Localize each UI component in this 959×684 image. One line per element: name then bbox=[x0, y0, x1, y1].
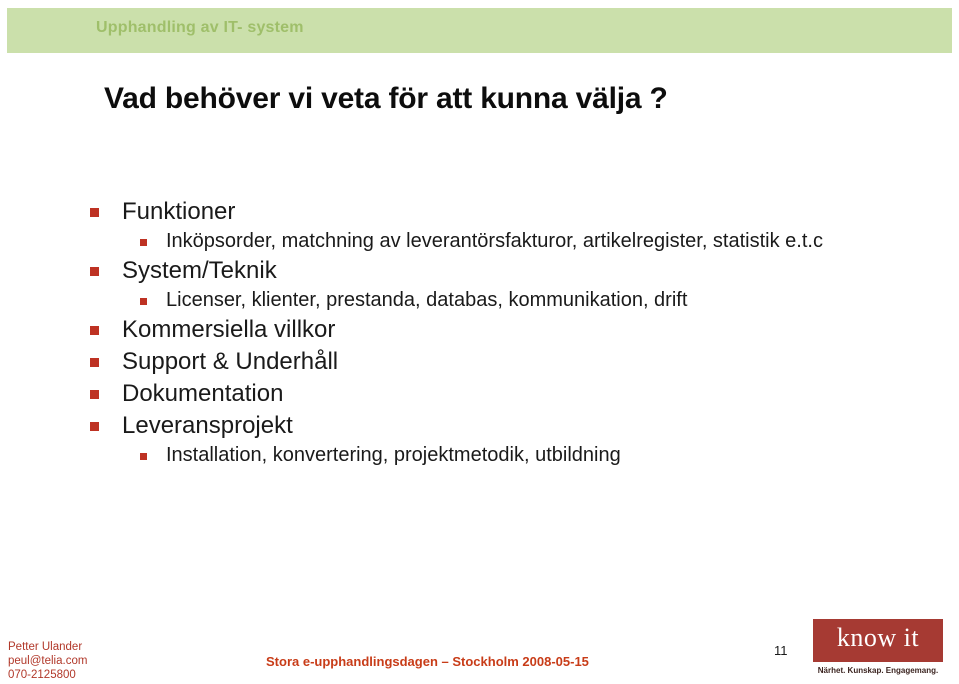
knowit-logo: know it Närhet. Kunskap. Engagemang. bbox=[813, 619, 945, 675]
header-band: Upphandling av IT- system bbox=[7, 8, 952, 53]
bullet-item-label: Funktioner bbox=[122, 198, 236, 225]
logo-mark: know it bbox=[813, 619, 943, 662]
bullet-item: Support & Underhåll bbox=[90, 346, 920, 378]
bullet-item-label: Dokumentation bbox=[122, 380, 284, 407]
bullet-square-icon bbox=[140, 298, 147, 305]
bullet-list: Funktioner Inköpsorder, matchning av leve… bbox=[90, 196, 920, 469]
logo-wordmark: know it bbox=[836, 623, 920, 652]
bullet-item: Kommersiella villkor bbox=[90, 314, 920, 346]
footer-event-label: Stora e-upphandlingsdagen – Stockholm 20… bbox=[266, 654, 589, 669]
footer-contact: Petter Ulander peul@telia.com 070-212580… bbox=[8, 640, 87, 682]
bullet-square-icon bbox=[90, 208, 99, 217]
bullet-square-icon bbox=[90, 267, 99, 276]
bullet-item: System/Teknik bbox=[90, 255, 920, 287]
page-number: 11 bbox=[774, 643, 788, 658]
footer-contact-name: Petter Ulander bbox=[8, 641, 83, 653]
bullet-item-label: Support & Underhåll bbox=[122, 348, 339, 375]
bullet-item: Funktioner bbox=[90, 196, 920, 228]
bullet-square-icon bbox=[90, 422, 99, 431]
bullet-item: Dokumentation bbox=[90, 378, 920, 410]
bullet-square-icon bbox=[140, 239, 147, 246]
bullet-square-icon bbox=[90, 390, 99, 399]
page-title: Vad behöver vi veta för att kunna välja … bbox=[104, 82, 668, 115]
bullet-item-label: Licenser, klienter, prestanda, databas, … bbox=[166, 289, 688, 311]
bullet-item: Licenser, klienter, prestanda, databas, … bbox=[90, 287, 920, 314]
logo-tagline: Närhet. Kunskap. Engagemang. bbox=[817, 666, 939, 675]
bullet-item-label: Leveransprojekt bbox=[122, 412, 293, 439]
bullet-item-label: System/Teknik bbox=[122, 257, 277, 284]
header-band-label: Upphandling av IT- system bbox=[96, 19, 304, 36]
bullet-square-icon bbox=[90, 326, 99, 335]
footer-contact-phone: 070-2125800 bbox=[8, 669, 76, 681]
footer-contact-email: peul@telia.com bbox=[8, 655, 88, 667]
bullet-square-icon bbox=[90, 358, 99, 367]
bullet-item-label: Installation, konvertering, projektmetod… bbox=[166, 444, 621, 466]
slide-canvas: Upphandling av IT- system Vad behöver vi… bbox=[0, 0, 959, 684]
bullet-item: Inköpsorder, matchning av leverantörsfak… bbox=[90, 228, 920, 255]
bullet-item: Installation, konvertering, projektmetod… bbox=[90, 442, 920, 469]
bullet-item-label: Inköpsorder, matchning av leverantörsfak… bbox=[166, 230, 823, 252]
bullet-square-icon bbox=[140, 453, 147, 460]
bullet-item: Leveransprojekt bbox=[90, 410, 920, 442]
bullet-item-label: Kommersiella villkor bbox=[122, 316, 336, 343]
